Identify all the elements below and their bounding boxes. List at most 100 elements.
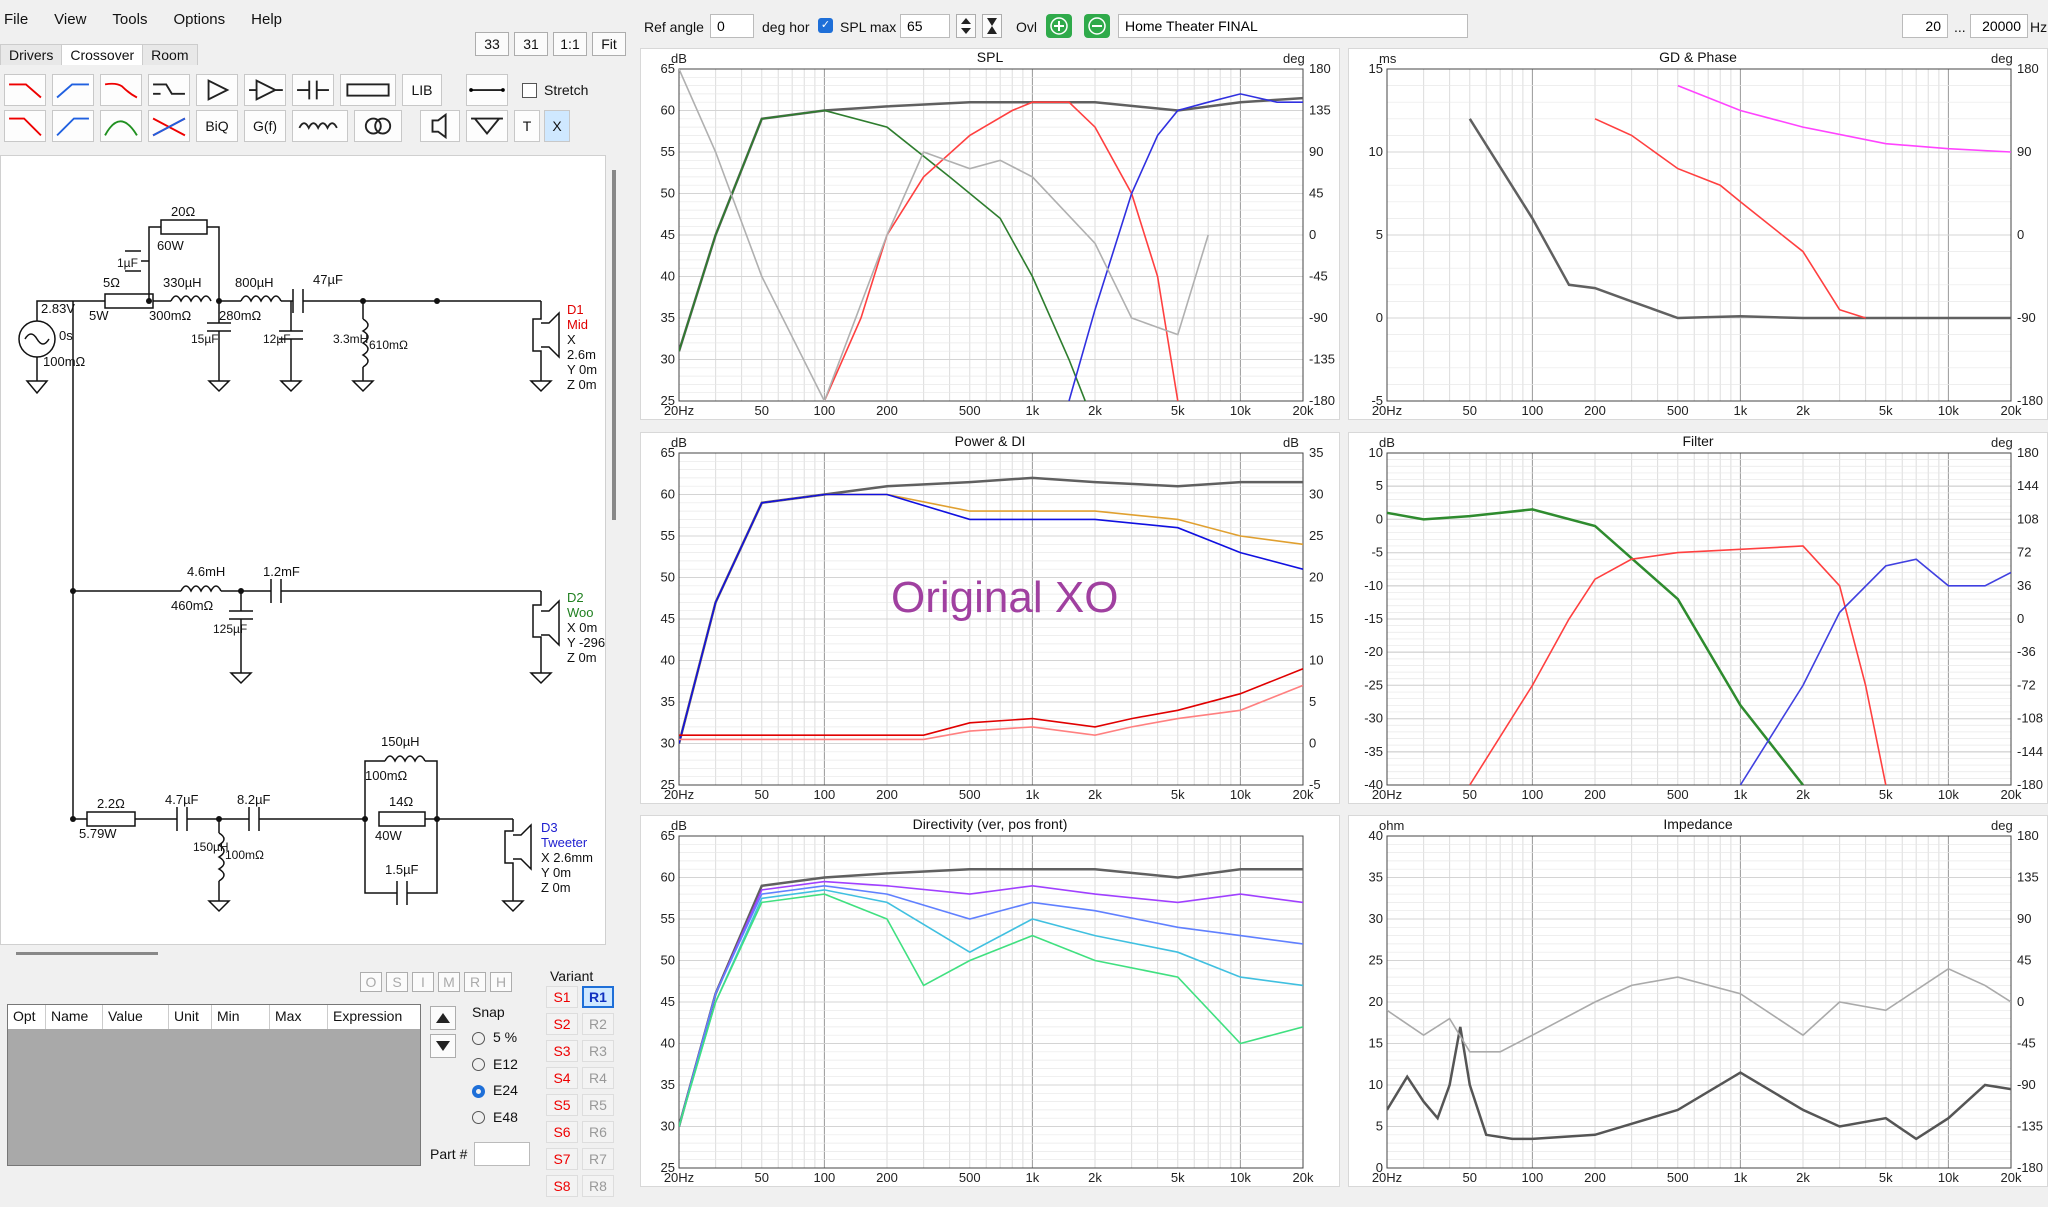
y2-tick-label: 90 — [2017, 911, 2031, 926]
col-min[interactable]: Min — [212, 1005, 270, 1029]
schematic-canvas[interactable]: 2.83V 0s 100mΩ 20Ω 60W 1µF 5Ω 5W 330µH 3… — [0, 155, 606, 945]
variant-s2[interactable]: S2 — [546, 1013, 578, 1035]
impedance-chart[interactable]: Impedance 40 35 30 25 20 15 10 5 0 180 135 90 45 0 -45… — [1348, 815, 2048, 1187]
freq-min-input[interactable] — [1902, 14, 1948, 38]
biquad-button[interactable]: BiQ — [196, 110, 238, 142]
inductor-icon[interactable] — [292, 110, 348, 142]
filter-chart[interactable]: Filter 10 5 0 -5 -10 -15 -20 -25 -30 -35 -40 180 144… — [1348, 432, 2048, 804]
wire-icon[interactable] — [466, 74, 508, 106]
col-opt[interactable]: Opt — [8, 1005, 46, 1029]
ref-angle-input[interactable] — [710, 14, 754, 38]
lowpass-alt-icon[interactable] — [4, 110, 46, 142]
buffer-icon[interactable] — [196, 74, 238, 106]
power-di-chart[interactable]: Power & DI 65 60 55 50 45 40 35 30 25 35 30 25 20 15 1… — [640, 432, 1340, 804]
spl-max-checkbox[interactable]: ✓ — [818, 18, 833, 33]
zoom-fit-button[interactable]: Fit — [592, 32, 626, 56]
transformer-icon[interactable] — [354, 110, 402, 142]
allpass-icon[interactable] — [148, 110, 190, 142]
stretch-checkbox[interactable] — [522, 83, 537, 98]
col-expression[interactable]: Expression — [328, 1005, 420, 1029]
spl-max-input[interactable] — [900, 14, 950, 38]
resistor-icon[interactable] — [340, 74, 396, 106]
spl-chart[interactable]: SPL 65 60 55 50 45 40 35 30 25 180 135 90 45 0 -45 -90-… — [640, 48, 1340, 420]
highpass-1st-icon[interactable] — [52, 74, 94, 106]
text-tool-button[interactable]: T — [514, 110, 540, 142]
opt-h-button[interactable]: H — [490, 972, 512, 992]
variant-r1[interactable]: R1 — [582, 986, 614, 1008]
overlay-add-button[interactable] — [1046, 14, 1072, 38]
col-name[interactable]: Name — [46, 1005, 103, 1029]
opamp-icon[interactable] — [244, 74, 286, 106]
freq-max-input[interactable] — [1970, 14, 2028, 38]
move-up-button[interactable] — [430, 1006, 456, 1030]
optimizer-table[interactable]: Opt Name Value Unit Min Max Expression — [7, 1004, 421, 1166]
driver-d3-info[interactable]: D3 Tweeter X 2.6mm Y 0m Z 0m — [541, 820, 607, 895]
tab-room[interactable]: Room — [142, 44, 198, 65]
y2-axis-label: deg — [1991, 435, 2013, 450]
variant-r5[interactable]: R5 — [582, 1094, 614, 1116]
spl-auto-button[interactable] — [982, 14, 1002, 38]
directivity-chart[interactable]: Directivity (ver, pos front) 65 60 55 50 45 4… — [640, 815, 1340, 1187]
capacitor-icon[interactable] — [292, 74, 334, 106]
move-down-button[interactable] — [430, 1034, 456, 1058]
col-max[interactable]: Max — [270, 1005, 328, 1029]
lowpass-1st-icon[interactable] — [4, 74, 46, 106]
menu-options[interactable]: Options — [173, 11, 225, 35]
snap-e12[interactable]: E12 — [472, 1051, 518, 1078]
speaker-icon[interactable] — [420, 110, 460, 142]
variant-s3[interactable]: S3 — [546, 1040, 578, 1062]
zoom-33-button[interactable]: 33 — [475, 32, 509, 56]
y2-tick-label: 45 — [1309, 186, 1323, 201]
snap-e48[interactable]: E48 — [472, 1104, 518, 1131]
x-tool-button[interactable]: X — [544, 110, 570, 142]
lib-button[interactable]: LIB — [402, 74, 442, 106]
variant-r8[interactable]: R8 — [582, 1175, 614, 1197]
part-number-input[interactable] — [474, 1142, 530, 1166]
spl-spinner[interactable] — [956, 14, 976, 38]
project-name-input[interactable] — [1118, 14, 1468, 38]
opt-m-button[interactable]: M — [438, 972, 460, 992]
variant-s6[interactable]: S6 — [546, 1121, 578, 1143]
menu-help[interactable]: Help — [251, 11, 282, 35]
menu-tools[interactable]: Tools — [112, 11, 147, 35]
tab-drivers[interactable]: Drivers — [0, 44, 63, 65]
highpass-alt-icon[interactable] — [52, 110, 94, 142]
zoom-1-1-button[interactable]: 1:1 — [553, 32, 587, 56]
variant-s8[interactable]: S8 — [546, 1175, 578, 1197]
variant-s5[interactable]: S5 — [546, 1094, 578, 1116]
menu-file[interactable]: File — [4, 11, 28, 35]
menu-view[interactable]: View — [54, 11, 86, 35]
variant-r4[interactable]: R4 — [582, 1067, 614, 1089]
driver-d1-info[interactable]: D1 Mid X 2.6m Y 0m Z 0m — [567, 302, 607, 392]
overlay-remove-button[interactable] — [1084, 14, 1110, 38]
notch-icon[interactable] — [148, 74, 190, 106]
lowpass-2nd-icon[interactable] — [100, 74, 142, 106]
driver-d2-info[interactable]: D2 Woo X 0m Y -296 Z 0m — [567, 590, 607, 665]
snap-e24[interactable]: E24 — [472, 1077, 518, 1104]
schematic-scrollbar[interactable] — [612, 170, 616, 520]
tab-crossover[interactable]: Crossover — [61, 44, 144, 65]
variant-s7[interactable]: S7 — [546, 1148, 578, 1170]
col-value[interactable]: Value — [103, 1005, 169, 1029]
y2-tick-label: 180 — [2017, 445, 2039, 460]
col-unit[interactable]: Unit — [169, 1005, 212, 1029]
opt-i-button[interactable]: I — [412, 972, 434, 992]
variant-s1[interactable]: S1 — [546, 986, 578, 1008]
variant-r7[interactable]: R7 — [582, 1148, 614, 1170]
variant-s4[interactable]: S4 — [546, 1067, 578, 1089]
snap-5pct[interactable]: 5 % — [472, 1024, 518, 1051]
y2-tick-label: 20 — [1309, 570, 1323, 585]
zoom-31-button[interactable]: 31 — [514, 32, 548, 56]
gd-phase-chart[interactable]: GD & Phase 15 10 5 0 -5 180 90 0 -90 -180 20Hz 50 10… — [1348, 48, 2048, 420]
variant-r3[interactable]: R3 — [582, 1040, 614, 1062]
variant-r6[interactable]: R6 — [582, 1121, 614, 1143]
variant-r2[interactable]: R2 — [582, 1013, 614, 1035]
bandpass-icon[interactable] — [100, 110, 142, 142]
ground-icon[interactable] — [466, 110, 508, 142]
y2-tick-label: -135 — [1309, 352, 1335, 367]
schematic-hscrollbar[interactable] — [16, 952, 158, 955]
opt-s-button[interactable]: S — [386, 972, 408, 992]
opt-o-button[interactable]: O — [360, 972, 382, 992]
opt-r-button[interactable]: R — [464, 972, 486, 992]
gf-button[interactable]: G(f) — [244, 110, 286, 142]
